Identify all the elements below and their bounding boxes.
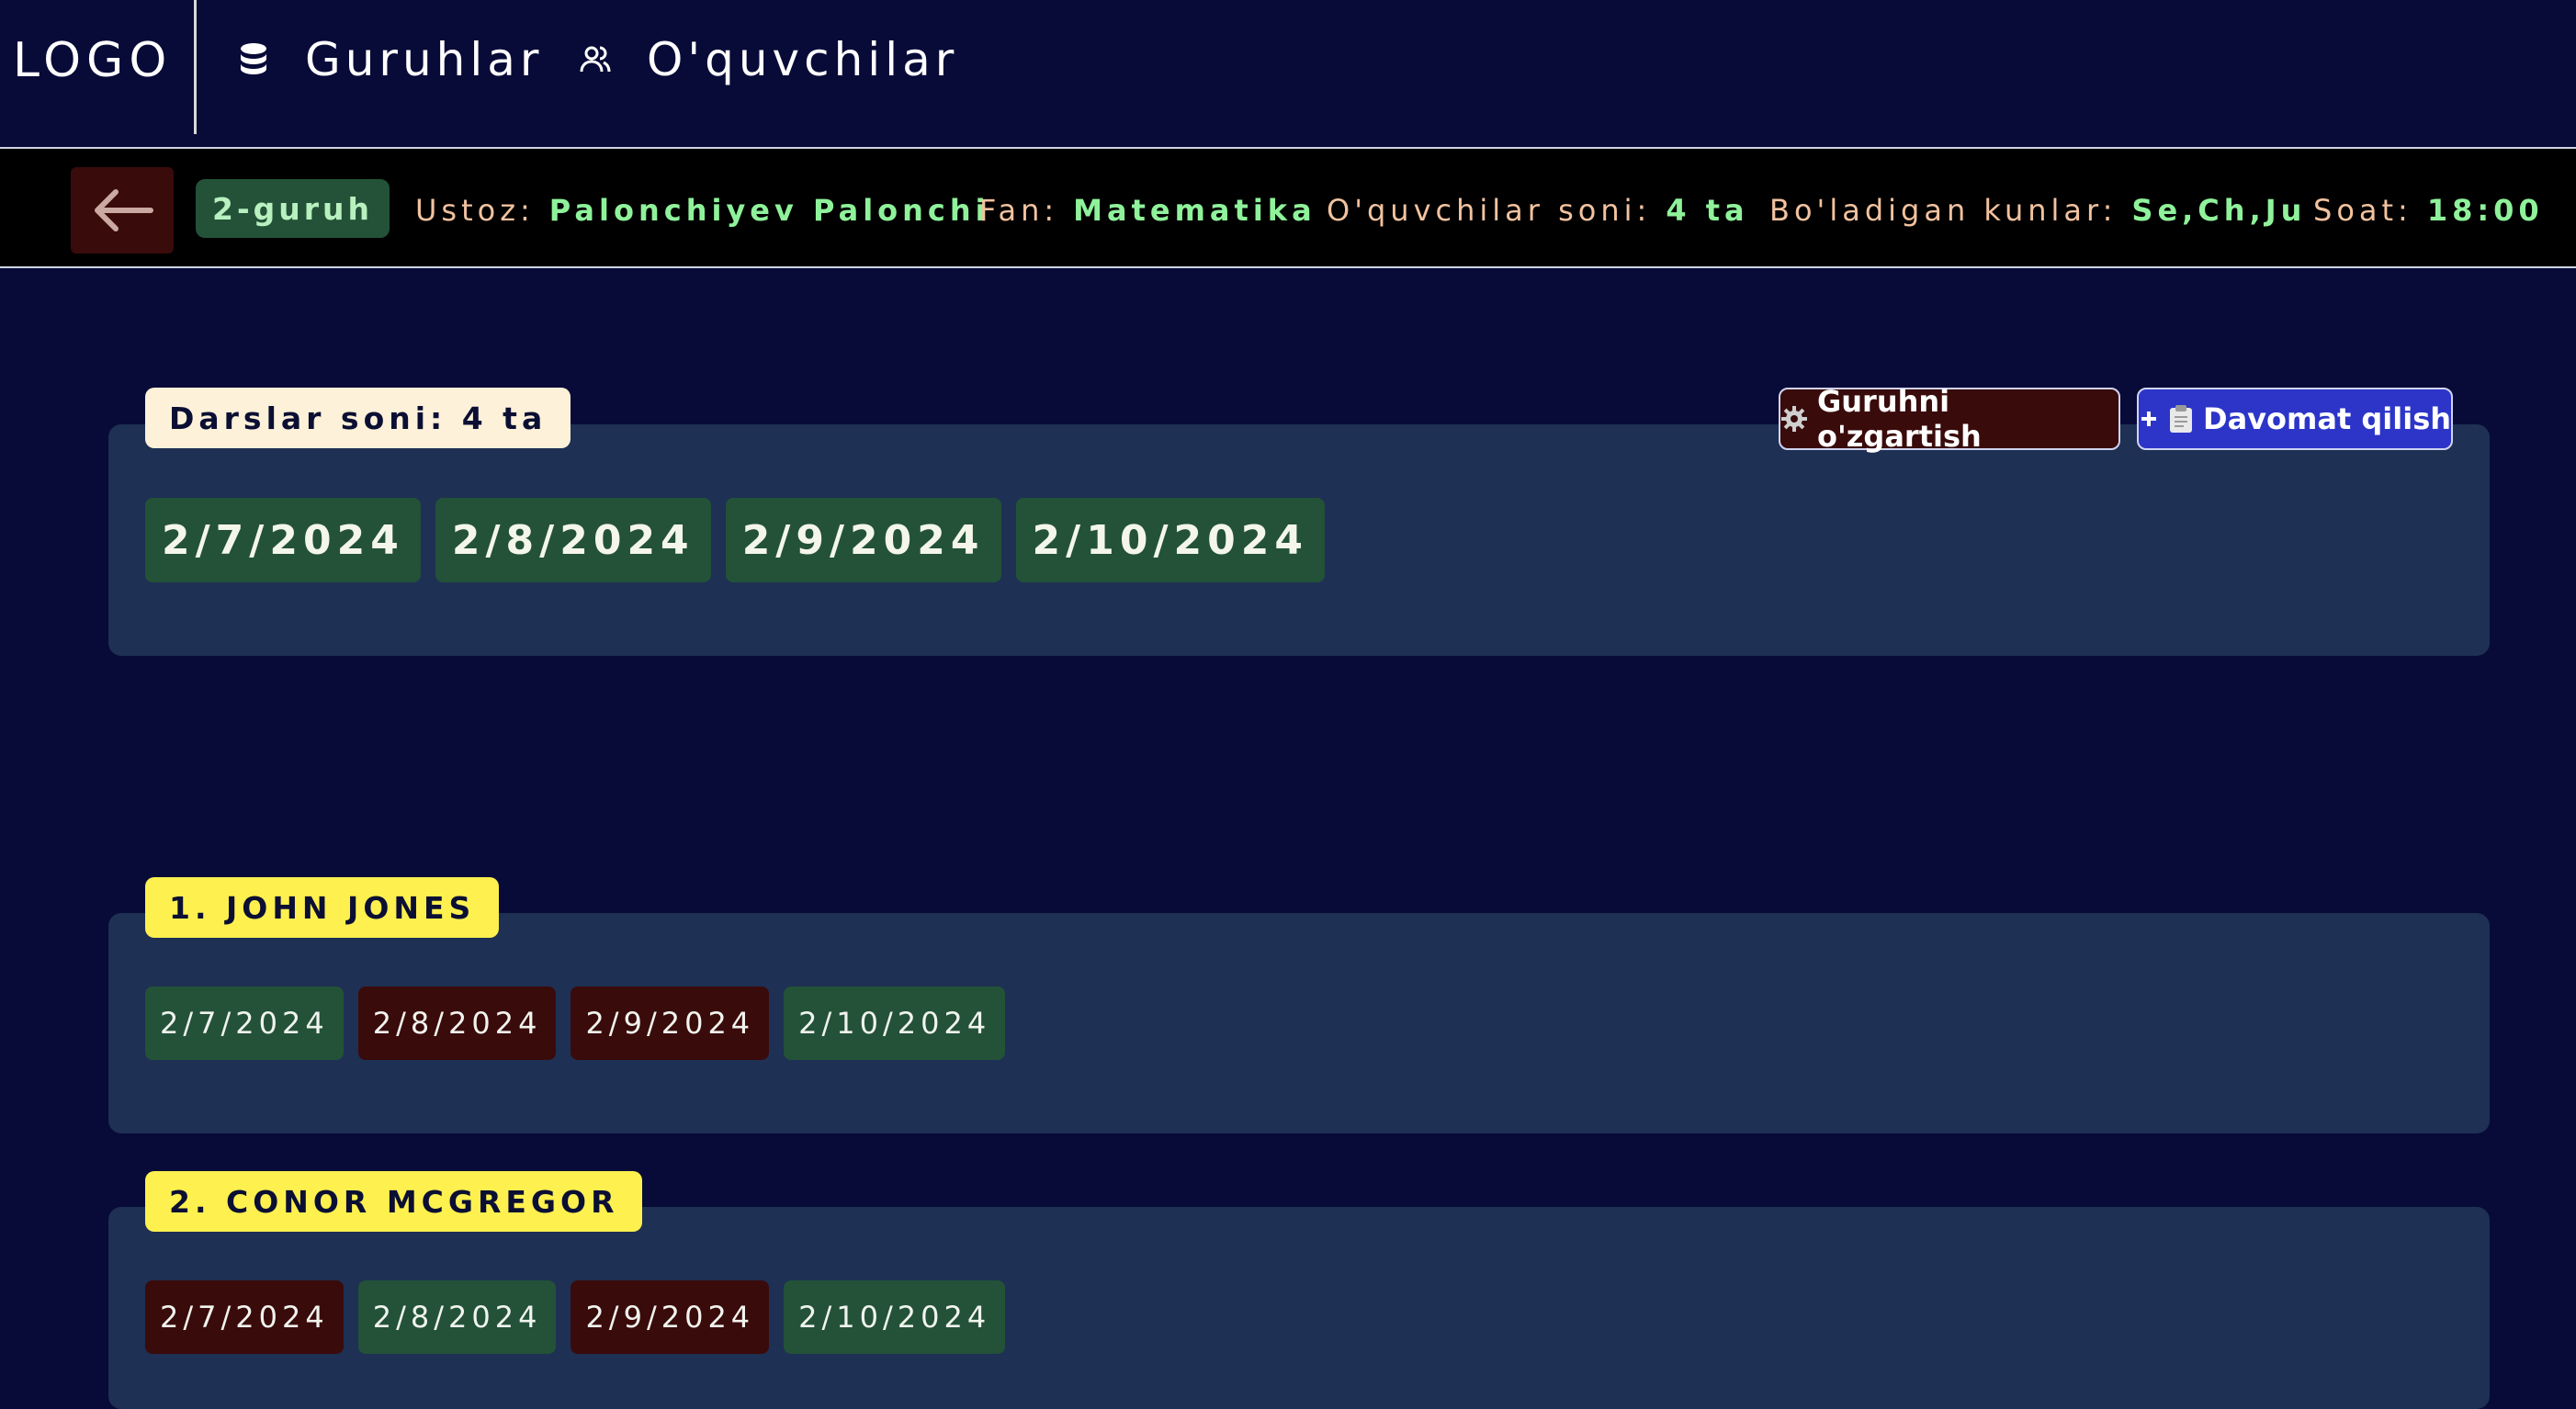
lesson-dates: 2/7/2024 2/8/2024 2/9/2024 2/10/2024 [145,498,1339,582]
lessons-count-tag: Darslar soni: 4 ta [145,388,571,448]
student-count-info: O'quvchilar soni: 4 ta [1327,189,1749,231]
edit-group-label: Guruhni o'zgartish [1817,384,1982,454]
time-value: 18:00 [2426,193,2544,228]
subject-value: Matematika [1073,193,1316,228]
edit-group-button[interactable]: Guruhni o'zgartish [1779,384,2120,454]
nav-item-groups[interactable]: Guruhlar [235,33,543,86]
subject-label: Fan: [979,193,1059,228]
gear-icon [1780,405,1808,433]
student-count-value: 4 ta [1666,193,1749,228]
take-attendance-button[interactable]: Davomat qilish [2137,388,2453,450]
users-icon [577,41,614,78]
attendance-date-absent[interactable]: 2/9/2024 [571,986,770,1060]
group-badge: 2-guruh [196,179,390,238]
attendance-date-present[interactable]: 2/10/2024 [784,1280,1006,1354]
time-info: Soat: 18:00 [2313,189,2544,231]
clipboard-icon [2168,404,2194,434]
nav-groups-label: Guruhlar [305,33,544,86]
attendance-date-present[interactable]: 2/7/2024 [145,986,344,1060]
attendance-date-absent[interactable]: 2/8/2024 [357,986,557,1060]
time-label: Soat: [2313,193,2412,228]
attendance-date-present[interactable]: 2/10/2024 [784,986,1006,1060]
attendance-date-absent[interactable]: 2/7/2024 [145,1280,344,1354]
attendance-date-absent[interactable]: 2/9/2024 [571,1280,770,1354]
days-info: Bo'ladigan kunlar: Se,Ch,Ju [1769,189,2306,231]
logo[interactable]: LOGO [13,33,172,88]
student-name: 2. CONOR MCGREGOR [145,1171,643,1232]
nav-item-students[interactable]: O'quvchilar [577,33,958,86]
days-label: Bo'ladigan kunlar: [1769,193,2118,228]
student-count-label: O'quvchilar soni: [1327,193,1652,228]
group-info-bar: 2-guruh Ustoz: Palonchiyev Palonchi Fan:… [0,147,2576,268]
teacher-value: Palonchiyev Palonchi [548,193,990,228]
back-button[interactable] [71,167,174,254]
lesson-date[interactable]: 2/9/2024 [725,498,1001,582]
lesson-date[interactable]: 2/10/2024 [1015,498,1325,582]
nav-divider [194,0,197,134]
nav-students-label: O'quvchilar [647,33,959,86]
teacher-label: Ustoz: [415,193,535,228]
attendance-row: 2/7/2024 2/8/2024 2/9/2024 2/10/2024 [145,1280,1020,1354]
teacher-info: Ustoz: Palonchiyev Palonchi [415,189,990,231]
subject-info: Fan: Matematika [979,189,1316,231]
lesson-date[interactable]: 2/7/2024 [145,498,421,582]
attendance-date-present[interactable]: 2/8/2024 [357,1280,557,1354]
arrow-left-icon [95,189,153,231]
take-attendance-label: Davomat qilish [2203,401,2452,436]
attendance-row: 2/7/2024 2/8/2024 2/9/2024 2/10/2024 [145,986,1020,1060]
plus-icon [2139,409,2159,429]
days-value: Se,Ch,Ju [2131,193,2307,228]
lesson-date[interactable]: 2/8/2024 [435,498,711,582]
database-icon [235,41,272,78]
student-name: 1. JOHN JONES [145,877,500,938]
top-navigation: LOGO Guruhlar O'quvchilar [0,0,2576,147]
